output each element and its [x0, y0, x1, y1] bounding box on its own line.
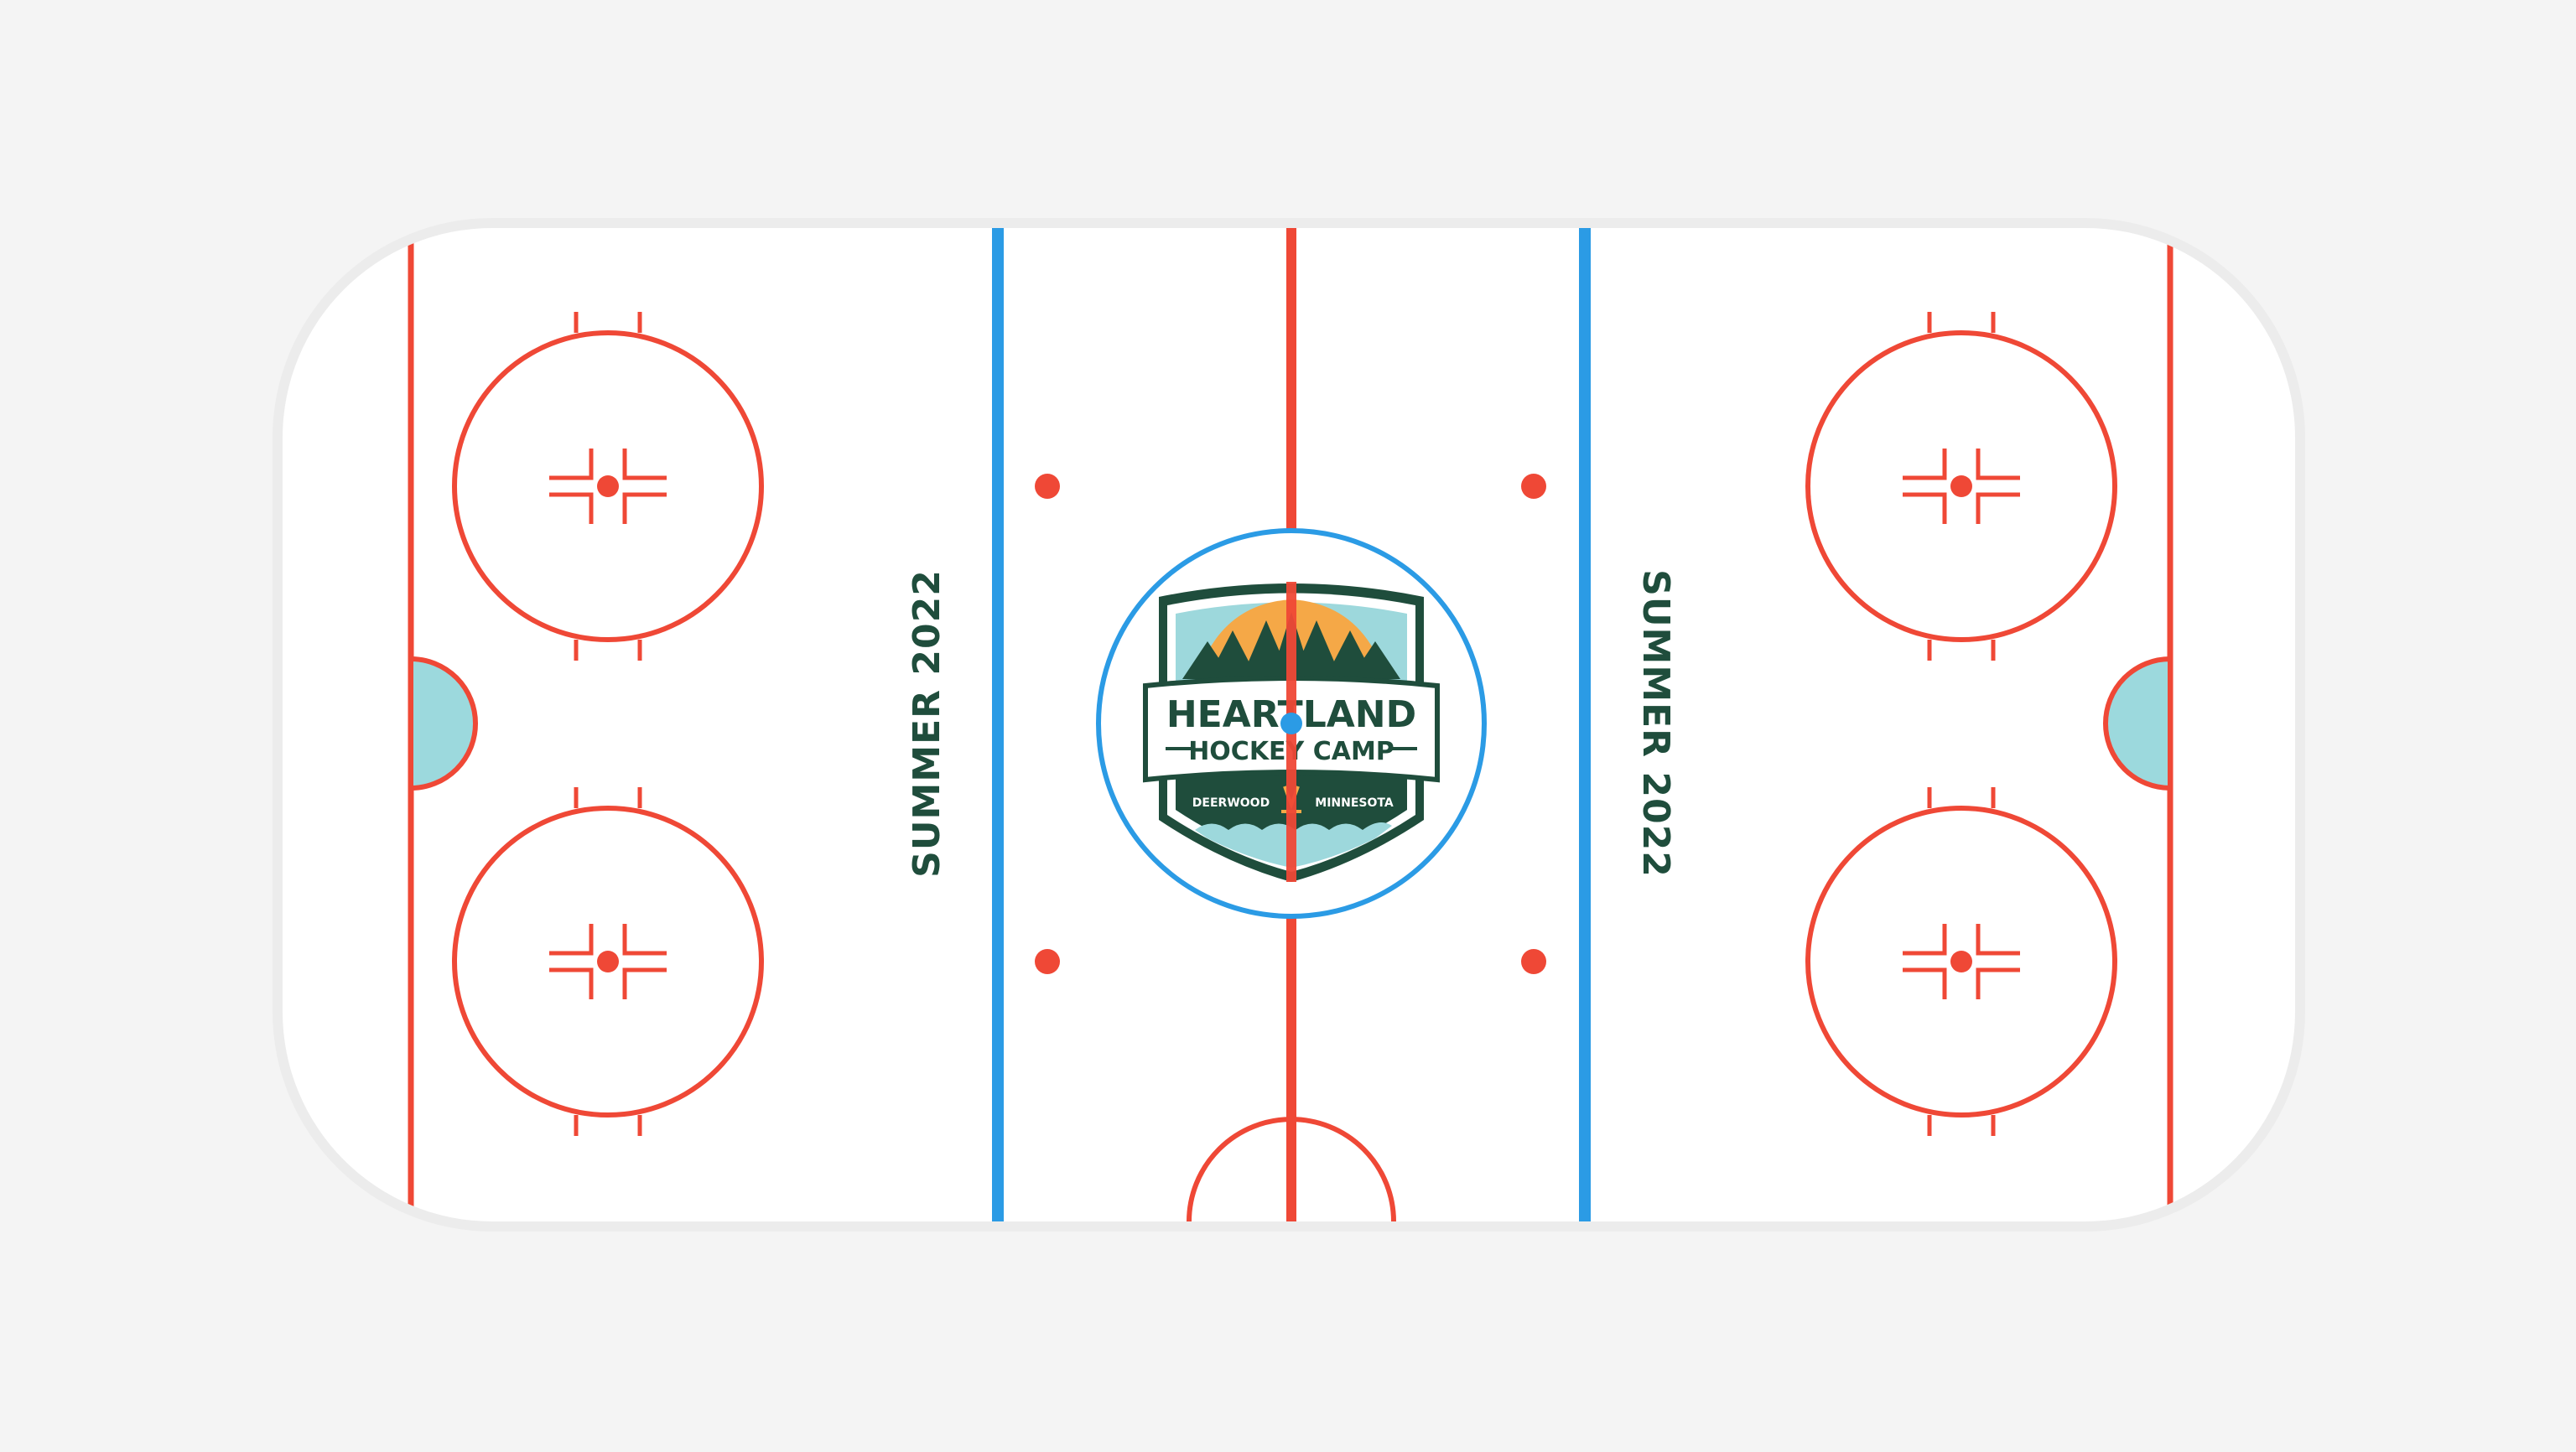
blue-line-left — [992, 228, 1004, 1221]
logo-location-left: DEERWOOD — [1192, 796, 1270, 810]
blue-line-right — [1579, 228, 1591, 1221]
summer-text-right: SUMMER 2022 — [1634, 569, 1677, 878]
neutral-dot-top-left — [1035, 474, 1060, 499]
hockey-rink-diagram: SUMMER 2022 SUMMER 2022 HEARTLAND HOCKEY… — [0, 0, 2576, 1449]
logo-location-right: MINNESOTA — [1315, 796, 1394, 810]
summer-text-left: SUMMER 2022 — [906, 569, 948, 878]
rink-svg: SUMMER 2022 SUMMER 2022 HEARTLAND HOCKEY… — [273, 218, 2305, 1232]
center-faceoff-dot — [1280, 713, 1302, 734]
neutral-dot-top-right — [1521, 474, 1546, 499]
neutral-dot-bottom-right — [1521, 949, 1546, 974]
neutral-dot-bottom-left — [1035, 949, 1060, 974]
